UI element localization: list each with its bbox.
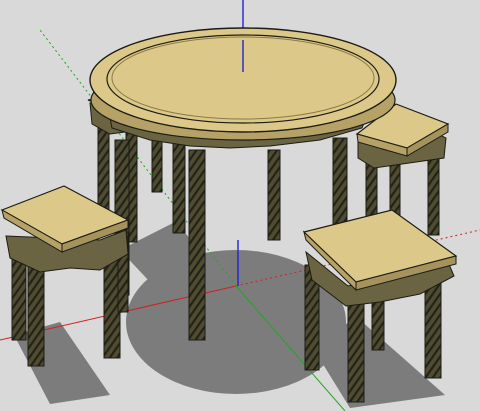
round-table[interactable] <box>89 27 397 141</box>
3d-scene[interactable] <box>0 0 480 411</box>
modeling-viewport[interactable] <box>0 0 480 411</box>
